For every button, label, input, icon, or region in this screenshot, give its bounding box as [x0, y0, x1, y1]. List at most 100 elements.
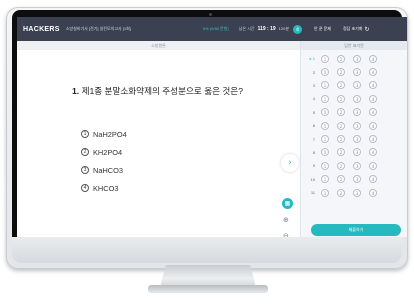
answer-bubble[interactable]: 2 [337, 135, 345, 144]
answer-bubble[interactable]: 2 [337, 161, 345, 170]
chevron-right-icon: › [288, 158, 292, 168]
option-1[interactable]: 1 NaH2PO4 [81, 125, 127, 143]
submit-button[interactable]: 제출하기 [311, 224, 401, 236]
answer-bubble[interactable]: 1 [321, 81, 329, 90]
answer-bubble[interactable]: 3 [353, 188, 361, 197]
timer-label: 남은 시간 [238, 26, 255, 31]
answer-row-number: 5 [312, 109, 315, 115]
answer-bubble[interactable]: 3 [353, 81, 361, 90]
camera-icon [209, 13, 212, 16]
answer-row-number: 9 [312, 163, 315, 169]
answer-bubble[interactable]: 1 [321, 94, 329, 103]
question-text: 1. 제1종 분말소화약제의 주성분으로 옳은 것은? [72, 85, 243, 97]
option-text: NaH2PO4 [93, 129, 127, 139]
next-question-button[interactable]: › [281, 154, 299, 172]
answer-bubble[interactable]: 4 [369, 54, 377, 63]
top-bar: HACKERS 소방설비기사 [전기] 실전모의고사 [1회] 0% (0/80… [17, 17, 407, 41]
answer-row-number: 8 [312, 149, 315, 155]
answer-row: 10 1 2 3 4 [301, 173, 407, 186]
reset-answers-label: 정답 초기화 [342, 26, 363, 31]
answer-bubble[interactable]: 4 [369, 188, 377, 197]
option-marker: 4 [81, 184, 89, 192]
monitor-stand-neck [160, 265, 256, 287]
screen: HACKERS 소방설비기사 [전기] 실전모의고사 [1회] 0% (0/80… [17, 17, 407, 237]
answer-bubble[interactable]: 2 [337, 81, 345, 90]
answer-bubble[interactable]: 4 [369, 175, 377, 184]
answer-bubble[interactable]: 4 [369, 94, 377, 103]
time-left: 119 : 19 [257, 26, 276, 32]
answer-sheet: 답안 표기란 ▸ 1123421234312344123451234612347… [300, 41, 407, 237]
answer-bubble[interactable]: 2 [337, 68, 345, 77]
answer-row-number: 4 [312, 96, 315, 102]
reset-answers-button[interactable]: 정답 초기화 ↻ [343, 26, 370, 33]
option-text: KH2PO4 [93, 147, 123, 157]
answer-bubble[interactable]: 4 [369, 148, 377, 157]
option-marker: 2 [81, 148, 89, 156]
answer-bubble[interactable]: 2 [337, 108, 345, 117]
calculator-icon: ▦ [284, 200, 291, 207]
answer-bubble[interactable]: 4 [369, 135, 377, 144]
answer-row-number: 10 [310, 176, 315, 182]
answer-row-number: 2 [312, 69, 315, 75]
zoom-in-icon[interactable]: ⊕ [283, 216, 289, 224]
answer-bubble[interactable]: 3 [353, 175, 361, 184]
answer-row: 41234 [301, 92, 407, 105]
monitor-chin [12, 237, 402, 263]
answer-bubble[interactable]: 1 [321, 135, 329, 144]
answer-bubble[interactable]: 1 [321, 54, 329, 63]
answer-row-number: 11 [310, 190, 315, 196]
option-2[interactable]: 2 KH2PO4 [81, 143, 127, 161]
option-marker: 3 [81, 166, 89, 174]
answer-bubble[interactable]: 1 [321, 68, 329, 77]
answer-row: 11 1 2 3 4 [301, 186, 407, 199]
answer-bubble[interactable]: 4 [369, 121, 377, 130]
answer-bubble[interactable]: 3 [353, 68, 361, 77]
subject-header: 소방원론 [17, 41, 300, 50]
answer-row: 51234 [301, 106, 407, 119]
answer-row: 31234 [301, 79, 407, 92]
answer-bubble[interactable]: 3 [353, 94, 361, 103]
answer-bubble[interactable]: 1 [321, 108, 329, 117]
option-3[interactable]: 3 NaHCO3 [81, 161, 127, 179]
answer-bubble[interactable]: 1 [321, 148, 329, 157]
answer-bubble[interactable]: 2 [337, 175, 345, 184]
refresh-icon: ↻ [364, 26, 370, 33]
answer-bubble[interactable]: 1 [321, 175, 329, 184]
answer-row: 91234 [301, 159, 407, 172]
monitor-stand-base [148, 285, 268, 293]
unanswered-button[interactable]: 안 푼 문제 [314, 26, 331, 32]
answer-bubble[interactable]: 2 [337, 148, 345, 157]
answer-bubble[interactable]: 2 [337, 94, 345, 103]
timer-icon[interactable]: ⏱ [293, 24, 303, 34]
answer-bubble[interactable]: 4 [369, 108, 377, 117]
answer-bubble[interactable]: 3 [353, 161, 361, 170]
answer-sheet-header: 답안 표기란 [301, 41, 407, 50]
answer-row: 21234 [301, 65, 407, 78]
answer-bubble[interactable]: 3 [353, 108, 361, 117]
answer-bubble[interactable]: 2 [337, 188, 345, 197]
option-text: KHCO3 [93, 183, 119, 193]
option-text: NaHCO3 [93, 165, 123, 175]
answer-row-number: 7 [312, 136, 315, 142]
answer-row-number: 3 [312, 82, 315, 88]
answer-bubble[interactable]: 1 [321, 161, 329, 170]
option-4[interactable]: 4 KHCO3 [81, 179, 127, 197]
answer-bubble[interactable]: 1 [321, 188, 329, 197]
answer-row: 71234 [301, 132, 407, 145]
answer-bubble[interactable]: 2 [337, 121, 345, 130]
answer-row: 81234 [301, 146, 407, 159]
zoom-out-icon[interactable]: ⊖ [283, 232, 289, 237]
answer-bubble[interactable]: 3 [353, 54, 361, 63]
answer-bubble[interactable]: 3 [353, 148, 361, 157]
answer-bubble[interactable]: 4 [369, 81, 377, 90]
answer-bubble[interactable]: 3 [353, 121, 361, 130]
question-number: 1. [72, 86, 80, 96]
answer-bubble[interactable]: 2 [337, 54, 345, 63]
time-total: 120분 [278, 26, 290, 31]
answer-bubble[interactable]: 4 [369, 68, 377, 77]
answer-bubble[interactable]: 3 [353, 135, 361, 144]
answer-bubble[interactable]: 4 [369, 161, 377, 170]
calculator-button[interactable]: ▦ [282, 198, 293, 209]
answer-bubble[interactable]: 1 [321, 121, 329, 130]
answer-row: ▸ 1 1234 [301, 52, 407, 65]
